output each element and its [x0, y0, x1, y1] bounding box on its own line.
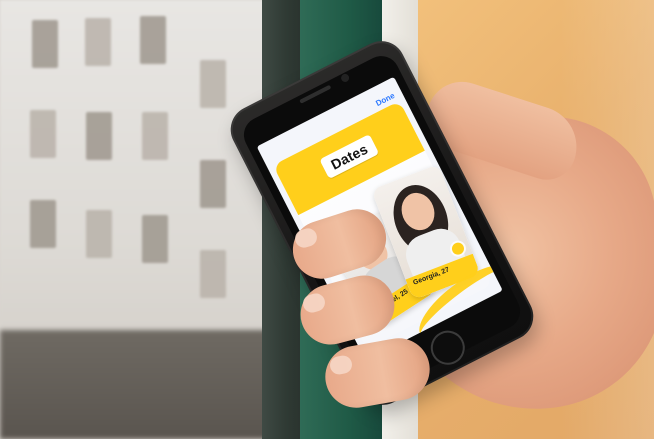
building-window — [142, 112, 168, 160]
building-window — [32, 20, 58, 68]
building-window — [85, 18, 111, 66]
building-window — [86, 210, 112, 258]
dates-title: Dates — [328, 140, 371, 173]
building-window — [140, 16, 166, 64]
building-window — [30, 200, 56, 248]
building-window — [200, 160, 226, 208]
photo-scene: Done Dates Michael, 25 — [0, 0, 654, 439]
building-window — [30, 110, 56, 158]
dates-title-pill: Dates — [319, 134, 380, 180]
building-window — [200, 250, 226, 298]
building-window — [142, 215, 168, 263]
building-window — [86, 112, 112, 160]
building-window — [200, 60, 226, 108]
